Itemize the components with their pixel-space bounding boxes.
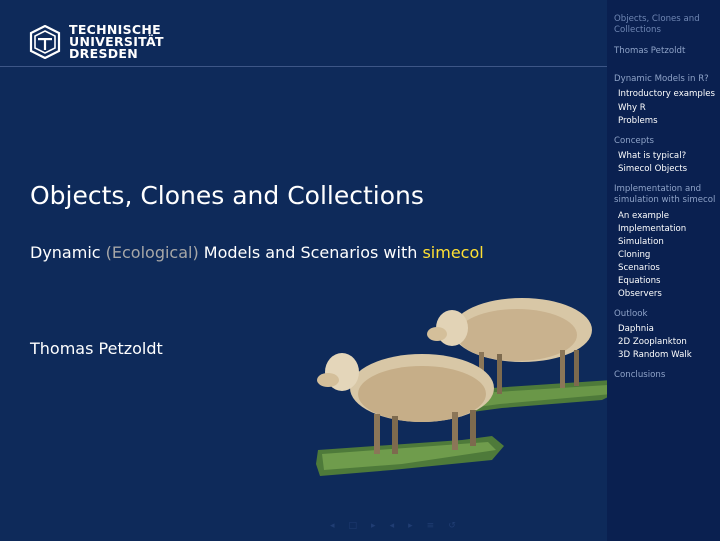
sidebar-item-observers[interactable]: Observers <box>618 289 720 300</box>
sidebar-item-introductory-examples[interactable]: Introductory examples <box>618 89 720 100</box>
nav-section-prev-icon[interactable]: ◂ <box>390 521 395 531</box>
sidebar-item-an-example[interactable]: An example <box>618 211 720 222</box>
slide-author: Thomas Petzoldt <box>30 339 163 358</box>
sidebar-section-3-line-1[interactable]: Implementation and <box>614 184 718 195</box>
nav-frame-icon[interactable]: □ <box>349 521 358 531</box>
sidebar-item-2d-zooplankton[interactable]: 2D Zooplankton <box>618 337 720 348</box>
sidebar-item-3d-random-walk[interactable]: 3D Random Walk <box>618 350 720 361</box>
nav-section-next-icon[interactable]: ▸ <box>408 521 413 531</box>
slide-title: Objects, Clones and Collections <box>30 181 424 210</box>
sidebar-short-title-2: Collections <box>614 25 661 35</box>
subtitle-part-3: Models and Scenarios with <box>198 243 423 262</box>
sidebar-item-daphnia[interactable]: Daphnia <box>618 324 720 335</box>
nav-next-icon[interactable]: ▸ <box>371 521 376 531</box>
sidebar-item-problems[interactable]: Problems <box>618 116 720 127</box>
sidebar-section-3-line-2[interactable]: simulation with simecol <box>614 195 718 206</box>
nav-prev-icon[interactable]: ◂ <box>330 521 335 531</box>
sidebar-short-title-1: Objects, Clones and <box>614 14 700 24</box>
sidebar-author: Thomas Petzoldt <box>614 46 686 56</box>
sidebar-section-4[interactable]: Outlook <box>614 309 718 320</box>
sidebar-section-5[interactable]: Conclusions <box>614 370 718 381</box>
logo-line-3: DRESDEN <box>69 46 139 61</box>
sidebar-item-implementation[interactable]: Implementation <box>618 224 720 235</box>
tu-dresden-logo: TECHNISCHE UNIVERSITÄT DRESDEN <box>28 23 164 61</box>
sidebar-item-equations[interactable]: Equations <box>618 276 720 287</box>
sheep-image <box>316 298 618 476</box>
tu-logo-mark-icon <box>29 25 61 59</box>
sidebar-item-cloning[interactable]: Cloning <box>618 250 720 261</box>
subtitle-part-4: simecol <box>422 243 484 262</box>
sidebar-section-1[interactable]: Dynamic Models in R? <box>614 74 718 85</box>
header-divider <box>0 66 607 67</box>
slide-main: TECHNISCHE UNIVERSITÄT DRESDEN Objects, … <box>0 0 618 541</box>
nav-subsection-icon[interactable]: ≡ <box>427 521 435 531</box>
sidebar-item-simulation[interactable]: Simulation <box>618 237 720 248</box>
sidebar-item-why-r[interactable]: Why R <box>618 103 720 114</box>
nav-search-icon[interactable]: ↺ <box>448 521 456 531</box>
beamer-navigation[interactable]: ◂ □ ▸ ◂ ▸ ≡ ↺ <box>330 521 456 531</box>
sidebar-item-scenarios[interactable]: Scenarios <box>618 263 720 274</box>
subtitle-part-2: (Ecological) <box>105 243 199 262</box>
slide: TECHNISCHE UNIVERSITÄT DRESDEN Objects, … <box>0 0 720 541</box>
sidebar-item-what-is-typical[interactable]: What is typical? <box>618 151 720 162</box>
sidebar-item-simecol-objects[interactable]: Simecol Objects <box>618 164 720 175</box>
sidebar-section-2[interactable]: Concepts <box>614 136 718 147</box>
slide-subtitle: Dynamic (Ecological) Models and Scenario… <box>30 243 484 262</box>
subtitle-part-1: Dynamic <box>30 243 106 262</box>
logo-text: TECHNISCHE UNIVERSITÄT DRESDEN <box>69 23 164 61</box>
